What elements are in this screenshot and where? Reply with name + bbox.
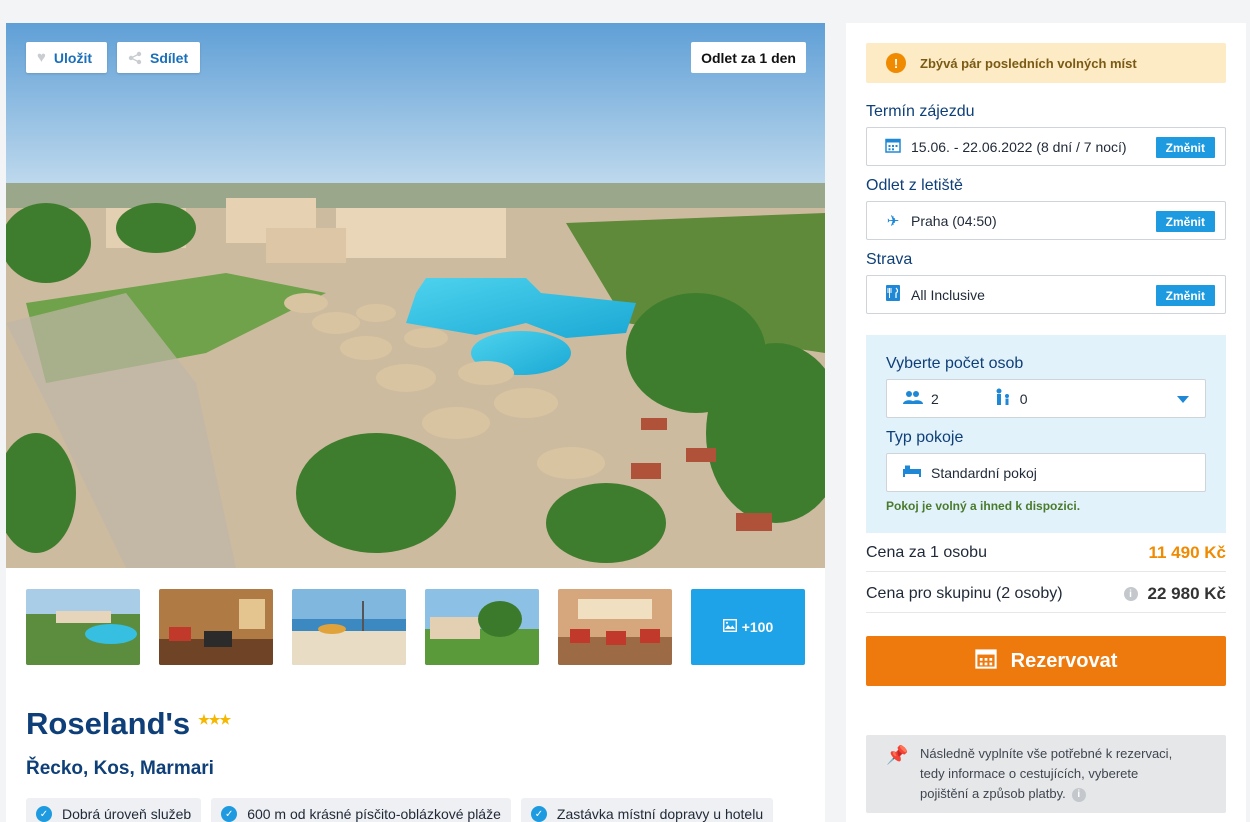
- hero-photo[interactable]: ♥ Uložit Sdílet Odlet za 1 den: [6, 23, 825, 568]
- calendar-icon: [974, 647, 997, 675]
- room-value: Standardní pokoj: [931, 464, 1037, 481]
- check-icon: ✓: [221, 806, 238, 822]
- change-airport-button[interactable]: Změnit: [1155, 211, 1215, 232]
- gallery-more-button[interactable]: +100: [691, 589, 805, 665]
- price-group: 22 980 Kč: [1147, 584, 1226, 603]
- save-label: Uložit: [53, 49, 93, 66]
- room-selector[interactable]: Standardní pokoj: [886, 453, 1206, 492]
- gallery-thumb[interactable]: [159, 589, 273, 665]
- info-icon[interactable]: i: [1123, 587, 1138, 601]
- share-button[interactable]: Sdílet: [117, 42, 200, 73]
- reserve-button[interactable]: Rezervovat: [866, 636, 1226, 686]
- warning-icon: !: [886, 53, 906, 73]
- plane-icon: ✈: [886, 212, 900, 230]
- airport-value: Praha (04:50): [911, 212, 997, 229]
- adults-count: 2: [931, 390, 939, 407]
- price-group-row: Cena pro skupinu (2 osoby) i 22 980 Kč: [866, 576, 1226, 613]
- children-count: 0: [1019, 390, 1028, 407]
- airport-selector[interactable]: ✈ Praha (04:50) Změnit: [866, 201, 1226, 240]
- persons-room-box: Vyberte počet osob 2 0 Typ pokoje Standa…: [866, 335, 1226, 533]
- price-per-person: 11 490 Kč: [1148, 543, 1226, 562]
- feature-list: ✓ Dobrá úroveň služeb ✓ 600 m od krásné …: [26, 798, 774, 822]
- note-line: tedy informace o cestujících, vyberete: [920, 766, 1139, 781]
- hotel-title: Roseland's ★★★: [26, 706, 231, 742]
- board-label: Strava: [866, 251, 913, 268]
- info-icon[interactable]: i: [1071, 787, 1086, 802]
- booking-panel: ! Zbývá pár posledních volných míst Term…: [846, 23, 1246, 822]
- persons-selector[interactable]: 2 0: [886, 379, 1206, 418]
- change-term-button[interactable]: Změnit: [1155, 137, 1215, 158]
- price-group-wrap: i 22 980 Kč: [1123, 584, 1226, 604]
- check-icon: ✓: [36, 806, 52, 822]
- feature-item: ✓ Dobrá úroveň služeb: [26, 798, 202, 822]
- feature-item: ✓ 600 m od krásné písčito-oblázkové pláž…: [211, 798, 511, 822]
- dining-icon: [883, 284, 903, 305]
- feature-label: Zastávka místní dopravy u hotelu: [556, 806, 764, 822]
- board-value: All Inclusive: [911, 286, 985, 303]
- alert-text: Zbývá pár posledních volných míst: [920, 55, 1137, 71]
- price-per-person-row: Cena za 1 osobu 11 490 Kč: [866, 535, 1226, 572]
- next-steps-note: 📌 Následně vyplníte vše potřebné k rezer…: [866, 735, 1226, 813]
- board-selector[interactable]: All Inclusive Změnit: [866, 275, 1226, 314]
- persons-label: Vyberte počet osob: [886, 355, 1024, 372]
- gallery-thumbnails: +100: [26, 589, 806, 665]
- room-label: Typ pokoje: [886, 429, 964, 446]
- adults-icon: [903, 390, 923, 408]
- reserve-label: Rezervovat: [1010, 649, 1118, 672]
- heart-icon: ♥: [37, 49, 46, 66]
- chevron-down-icon: [1177, 396, 1189, 403]
- gallery-thumb[interactable]: [558, 589, 672, 665]
- calendar-icon: [883, 137, 903, 157]
- feature-label: 600 m od krásné písčito-oblázkové pláže: [247, 806, 501, 822]
- airport-label: Odlet z letiště: [866, 177, 963, 194]
- hotel-location: Řecko, Kos, Marmari: [26, 758, 214, 779]
- hotel-detail-panel: ♥ Uložit Sdílet Odlet za 1 den +100 Rose…: [6, 23, 825, 822]
- note-line: Následně vyplníte vše potřebné k rezerva…: [920, 746, 1173, 761]
- image-icon: [722, 618, 737, 635]
- children-icon: [994, 388, 1012, 410]
- hotel-pool-photo: [6, 23, 825, 568]
- gallery-more-label: +100: [741, 619, 774, 635]
- share-icon: [128, 51, 142, 65]
- hotel-name: Roseland's: [26, 706, 191, 741]
- term-selector[interactable]: 15.06. - 22.06.2022 (8 dní / 7 nocí) Změ…: [866, 127, 1226, 166]
- change-board-button[interactable]: Změnit: [1155, 285, 1215, 306]
- bed-icon: [903, 464, 921, 481]
- share-label: Sdílet: [150, 49, 189, 66]
- gallery-thumb[interactable]: [292, 589, 406, 665]
- price-per-person-label: Cena za 1 osobu: [866, 544, 987, 561]
- term-label: Termín zájezdu: [866, 103, 975, 120]
- note-line-last: pojištění a způsob platby. i: [920, 784, 1210, 804]
- availability-alert: ! Zbývá pár posledních volných míst: [866, 43, 1226, 83]
- check-icon: ✓: [530, 806, 547, 822]
- departure-badge: Odlet za 1 den: [691, 42, 806, 73]
- gallery-thumb[interactable]: [26, 589, 140, 665]
- availability-text: Pokoj je volný a ihned k dispozici.: [886, 499, 1081, 513]
- save-button[interactable]: ♥ Uložit: [26, 42, 107, 73]
- price-group-label: Cena pro skupinu (2 osoby): [866, 585, 1063, 602]
- feature-label: Dobrá úroveň služeb: [62, 806, 192, 822]
- note-line: pojištění a způsob platby.: [920, 786, 1066, 801]
- feature-item: ✓ Zastávka místní dopravy u hotelu: [520, 798, 774, 822]
- term-value: 15.06. - 22.06.2022 (8 dní / 7 nocí): [911, 138, 1127, 155]
- gallery-thumb[interactable]: [425, 589, 539, 665]
- star-rating: ★★★: [198, 712, 231, 727]
- pin-icon: 📌: [886, 745, 909, 765]
